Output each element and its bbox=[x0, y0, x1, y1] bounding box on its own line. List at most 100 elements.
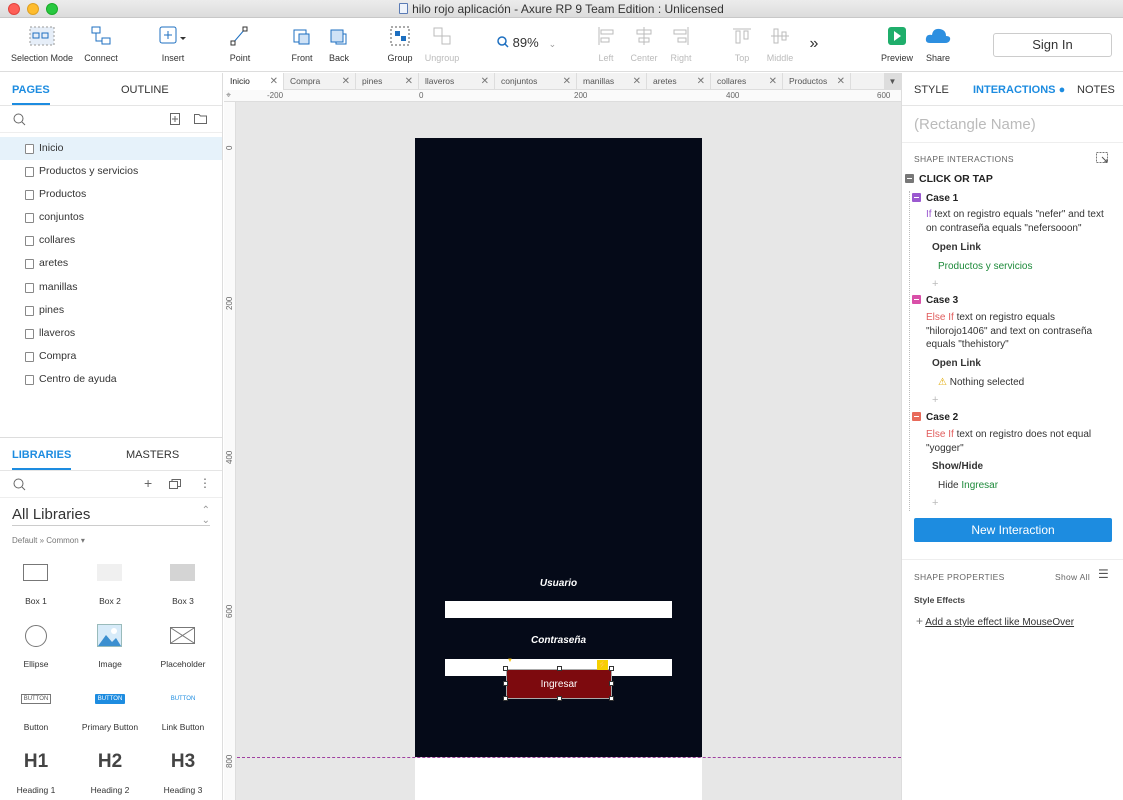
tab-pages[interactable]: PAGES bbox=[12, 84, 50, 105]
design-canvas[interactable]: Usuario Contraseña Ingresar ▼ ⚡ bbox=[237, 103, 901, 800]
close-tab-icon[interactable]: ✕ bbox=[481, 73, 489, 90]
resize-handle[interactable] bbox=[557, 666, 562, 671]
maximize-window-button[interactable] bbox=[46, 3, 58, 15]
new-interaction-button[interactable]: New Interaction bbox=[914, 518, 1112, 542]
interaction-settings-icon[interactable] bbox=[1096, 152, 1109, 164]
page-item[interactable]: Compra bbox=[0, 345, 222, 368]
page-item[interactable]: manillas bbox=[0, 276, 222, 299]
close-tab-icon[interactable]: ✕ bbox=[837, 73, 845, 90]
tab-libraries[interactable]: LIBRARIES bbox=[12, 449, 72, 470]
tab-style[interactable]: STYLE bbox=[914, 84, 949, 96]
sign-in-button[interactable]: Sign In bbox=[993, 33, 1112, 57]
zoom-select[interactable]: 89% ⌄ bbox=[497, 35, 556, 50]
app-screen-background[interactable]: Usuario Contraseña Ingresar ▼ ⚡ bbox=[415, 138, 702, 757]
document-tab[interactable]: collares ✕ bbox=[711, 73, 783, 90]
page-item[interactable]: pines bbox=[0, 299, 222, 322]
ungroup-button[interactable]: Ungroup bbox=[424, 25, 460, 63]
interaction-lightning-icon[interactable]: ⚡ bbox=[597, 660, 608, 670]
widget-link-button[interactable]: BUTTON Link Button bbox=[153, 682, 213, 732]
case-2-title[interactable]: Case 2 bbox=[912, 412, 958, 423]
document-tab[interactable]: aretes ✕ bbox=[647, 73, 711, 90]
more-options-icon[interactable]: ⋮ bbox=[199, 476, 211, 490]
resize-handle[interactable] bbox=[503, 666, 508, 671]
case-2-action[interactable]: Show/Hide bbox=[932, 461, 983, 472]
login-button[interactable]: Ingresar bbox=[506, 669, 612, 699]
resize-handle[interactable] bbox=[609, 666, 614, 671]
send-to-back-button[interactable]: Back bbox=[324, 25, 354, 63]
align-top-button[interactable]: Top bbox=[730, 25, 754, 63]
widget-box-3[interactable]: Box 3 bbox=[153, 556, 213, 606]
page-item[interactable]: Productos bbox=[0, 183, 222, 206]
library-select[interactable]: All Libraries ⌃ ⌄ bbox=[12, 506, 210, 526]
username-field[interactable] bbox=[445, 601, 672, 618]
group-button[interactable]: Group bbox=[385, 25, 415, 63]
widget-ellipse[interactable]: Ellipse bbox=[6, 619, 66, 669]
widget-box-2[interactable]: Box 2 bbox=[80, 556, 140, 606]
more-tools-chevron-icon[interactable]: » bbox=[806, 35, 822, 53]
widget-primary-button[interactable]: BUTTON Primary Button bbox=[80, 682, 140, 732]
add-style-effect-link[interactable]: + Add a style effect like MouseOver bbox=[916, 614, 1074, 628]
resize-handle[interactable] bbox=[557, 696, 562, 701]
document-tab[interactable]: llaveros ✕ bbox=[419, 73, 495, 90]
resize-handle[interactable] bbox=[503, 696, 508, 701]
minimize-window-button[interactable] bbox=[27, 3, 39, 15]
library-manage-icon[interactable] bbox=[169, 479, 181, 489]
library-breadcrumb[interactable]: Default » Common ▾ bbox=[12, 536, 85, 545]
case-1-action[interactable]: Open Link bbox=[932, 242, 981, 253]
add-folder-icon[interactable] bbox=[194, 113, 207, 124]
user-label[interactable]: Usuario bbox=[415, 578, 702, 589]
case-collapse-icon[interactable] bbox=[912, 193, 921, 202]
close-window-button[interactable] bbox=[8, 3, 20, 15]
case-3-target[interactable]: ⚠ Nothing selected bbox=[938, 377, 1024, 388]
close-tab-icon[interactable]: ✕ bbox=[270, 73, 278, 90]
case-2-target[interactable]: Hide Ingresar bbox=[938, 480, 998, 491]
insert-button[interactable]: Insert bbox=[155, 25, 191, 63]
rectangle-name-input[interactable]: (Rectangle Name) bbox=[914, 116, 1036, 133]
case-3-title[interactable]: Case 3 bbox=[912, 295, 958, 306]
preview-button[interactable]: Preview bbox=[880, 25, 914, 63]
tab-interactions[interactable]: INTERACTIONS ● bbox=[973, 84, 1065, 96]
document-tab[interactable]: Compra ✕ bbox=[284, 73, 356, 90]
document-tab[interactable]: conjuntos ✕ bbox=[495, 73, 577, 90]
case-1-title[interactable]: Case 1 bbox=[912, 193, 958, 204]
tab-outline[interactable]: OUTLINE bbox=[121, 84, 169, 96]
page-item[interactable]: conjuntos bbox=[0, 206, 222, 229]
add-page-icon[interactable] bbox=[170, 113, 181, 125]
click-or-tap-event[interactable]: CLICK OR TAP bbox=[905, 173, 993, 185]
widget-image[interactable]: Image bbox=[80, 619, 140, 669]
search-icon[interactable] bbox=[13, 113, 26, 126]
document-tab[interactable]: manillas ✕ bbox=[577, 73, 647, 90]
case-collapse-icon[interactable] bbox=[912, 412, 921, 421]
show-all-link[interactable]: Show All bbox=[1055, 572, 1090, 582]
case-collapse-icon[interactable] bbox=[912, 295, 921, 304]
widget-box-1[interactable]: Box 1 bbox=[6, 556, 66, 606]
rotation-marker-icon[interactable]: ▼ bbox=[507, 658, 513, 664]
case-2-condition[interactable]: Else If text on registro does not equal … bbox=[926, 428, 1116, 455]
collapse-icon[interactable] bbox=[905, 174, 914, 183]
tab-masters[interactable]: MASTERS bbox=[126, 449, 179, 461]
add-action-icon[interactable]: + bbox=[932, 497, 938, 509]
resize-handle[interactable] bbox=[609, 696, 614, 701]
align-middle-button[interactable]: Middle bbox=[764, 25, 796, 63]
document-tab[interactable]: pines ✕ bbox=[356, 73, 419, 90]
connect-button[interactable]: Connect bbox=[82, 25, 120, 63]
close-tab-icon[interactable]: ✕ bbox=[697, 73, 705, 90]
page-item[interactable]: Centro de ayuda bbox=[0, 368, 222, 391]
menu-lines-icon[interactable]: ☰ bbox=[1098, 567, 1109, 581]
page-item[interactable]: aretes bbox=[0, 252, 222, 275]
bring-to-front-button[interactable]: Front bbox=[287, 25, 317, 63]
page-item[interactable]: llaveros bbox=[0, 322, 222, 345]
close-tab-icon[interactable]: ✕ bbox=[405, 73, 413, 90]
case-3-condition[interactable]: Else If text on registro equals "hiloroj… bbox=[926, 311, 1116, 352]
search-icon[interactable] bbox=[13, 478, 26, 491]
close-tab-icon[interactable]: ✕ bbox=[633, 73, 641, 90]
close-tab-icon[interactable]: ✕ bbox=[769, 73, 777, 90]
page-item[interactable]: Productos y servicios bbox=[0, 160, 222, 183]
case-1-condition[interactable]: If text on registro equals "nefer" and t… bbox=[926, 208, 1116, 235]
point-button[interactable]: Point bbox=[224, 25, 256, 63]
widget-button[interactable]: BUTTON Button bbox=[6, 682, 66, 732]
add-action-icon[interactable]: + bbox=[932, 394, 938, 406]
resize-handle[interactable] bbox=[503, 681, 508, 686]
page-item[interactable]: Inicio bbox=[0, 137, 222, 161]
align-center-button[interactable]: Center bbox=[628, 25, 660, 63]
